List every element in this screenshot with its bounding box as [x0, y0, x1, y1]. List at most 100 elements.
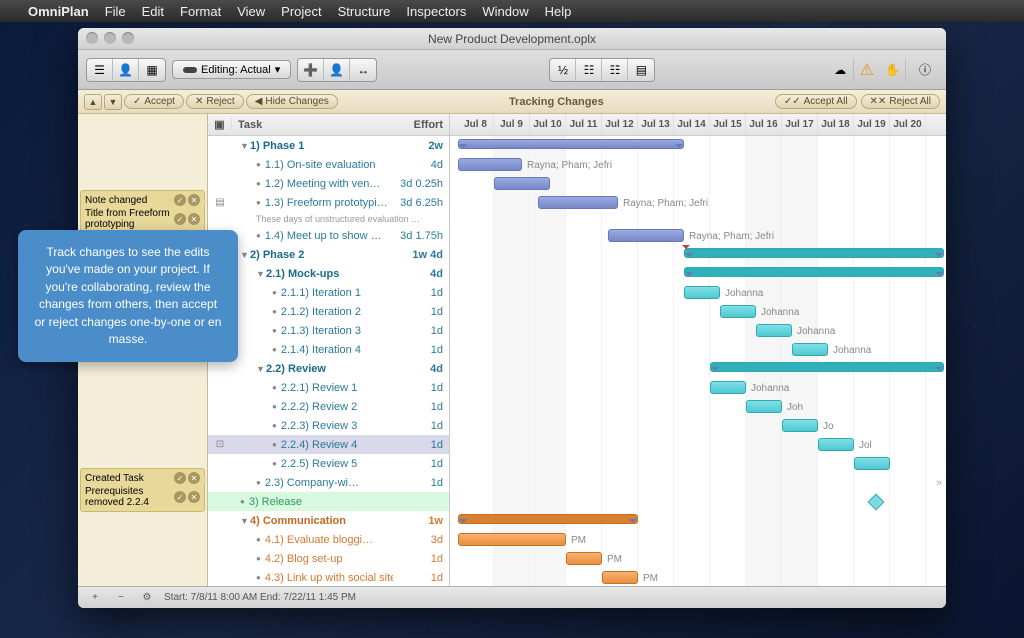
gantt-bar[interactable]: Johanna	[684, 286, 720, 299]
menu-inspectors[interactable]: Inspectors	[406, 4, 466, 19]
sync-button[interactable]: ☁	[828, 59, 854, 81]
window-title: New Product Development.oplx	[428, 32, 596, 46]
task-row[interactable]: ▼2.1) Mock-ups4d	[208, 264, 449, 283]
effort-column-header[interactable]: Effort	[393, 119, 449, 131]
inspector-button[interactable]: ⓘ	[912, 59, 938, 81]
add-button[interactable]: +	[86, 590, 104, 606]
add-task-button[interactable]: ➕	[298, 59, 324, 81]
gantt-bar[interactable]: Johanna	[720, 305, 756, 318]
gantt-bar[interactable]: »	[710, 362, 944, 372]
gantt-bar[interactable]: PM	[566, 552, 602, 565]
task-row[interactable]: ●2.3) Company-wi…1d	[208, 473, 449, 492]
task-row[interactable]: ●1.1) On-site evaluation4d	[208, 155, 449, 174]
gantt-bar[interactable]: »	[684, 248, 944, 258]
accept-note-icon[interactable]: ✓	[174, 213, 186, 225]
change-note[interactable]: Created Task✓✕ Prerequisites removed 2.2…	[80, 468, 205, 512]
add-resource-button[interactable]: 👤	[324, 59, 350, 81]
gantt-bar[interactable]: Rayna; Pham; Jefri	[458, 158, 522, 171]
task-row[interactable]: ●2.1.3) Iteration 31d	[208, 321, 449, 340]
warning-icon[interactable]: ⚠	[860, 60, 874, 80]
gantt-bar[interactable]: Johanna	[756, 324, 792, 337]
menu-structure[interactable]: Structure	[338, 4, 391, 19]
link-button[interactable]: ↔	[350, 59, 376, 81]
next-change-button[interactable]: ▼	[104, 94, 122, 110]
reject-note-icon[interactable]: ✕	[188, 194, 200, 206]
remove-button[interactable]: −	[112, 590, 130, 606]
gantt-body[interactable]: Rayna; Pham; Jefri Rayna; Pham; Jefri Rayn…	[450, 136, 946, 586]
gantt-chart[interactable]: Jul 8Jul 9Jul 10Jul 11Jul 12Jul 13Jul 14…	[450, 114, 946, 586]
task-row[interactable]: ▼1) Phase 12w	[208, 136, 449, 155]
gantt-bar[interactable]: Jo	[782, 419, 818, 432]
hide-changes-button[interactable]: ◀Hide Changes	[246, 94, 338, 109]
prev-change-button[interactable]: ▲	[84, 94, 102, 110]
gantt-bar[interactable]: Joh	[746, 400, 782, 413]
gantt-bar[interactable]: »	[684, 267, 944, 277]
task-row[interactable]: ●3) Release	[208, 492, 449, 511]
menu-project[interactable]: Project	[281, 4, 321, 19]
menu-format[interactable]: Format	[180, 4, 221, 19]
task-column-header[interactable]: Task	[232, 119, 393, 131]
task-row[interactable]: ●4.2) Blog set-up1d	[208, 549, 449, 568]
app-menu[interactable]: OmniPlan	[28, 4, 89, 19]
accept-all-button[interactable]: ✓✓Accept All	[775, 94, 857, 109]
resource-view-button[interactable]: 👤	[113, 59, 139, 81]
minimize-button[interactable]	[104, 32, 116, 44]
gantt-bar[interactable]: Johanna	[710, 381, 746, 394]
menu-edit[interactable]: Edit	[142, 4, 164, 19]
menu-view[interactable]: View	[237, 4, 265, 19]
gantt-view-button[interactable]: ☰	[87, 59, 113, 81]
calendar-view-button[interactable]: ▦	[139, 59, 165, 81]
menu-file[interactable]: File	[105, 4, 126, 19]
gantt-bar[interactable]: Rayna; Pham; Jefri	[608, 229, 684, 242]
task-row[interactable]: ●1.2) Meeting with ven…3d 0.25h	[208, 174, 449, 193]
accept-note-icon[interactable]: ✓	[174, 472, 186, 484]
gantt-bar[interactable]: Jol	[818, 438, 854, 451]
accept-note-icon[interactable]: ✓	[174, 194, 186, 206]
editing-mode-selector[interactable]: Editing: Actual ▾	[172, 60, 291, 79]
gantt-bar[interactable]	[458, 139, 684, 149]
menu-window[interactable]: Window	[482, 4, 528, 19]
task-row[interactable]: ●2.2.1) Review 11d	[208, 378, 449, 397]
fraction-button[interactable]: ½	[550, 59, 576, 81]
reject-note-icon[interactable]: ✕	[188, 491, 200, 503]
task-row[interactable]: ●2.2.2) Review 21d	[208, 397, 449, 416]
task-row[interactable]: ●4.1) Evaluate bloggi…3d	[208, 530, 449, 549]
gantt-bar[interactable]: PM	[458, 533, 566, 546]
level-button[interactable]: ☷	[576, 59, 602, 81]
task-list[interactable]: ▼1) Phase 12w●1.1) On-site evaluation4d●…	[208, 136, 449, 586]
task-row[interactable]: ⊡●2.2.4) Review 41d	[208, 435, 449, 454]
accept-note-icon[interactable]: ✓	[174, 491, 186, 503]
task-row[interactable]: ●1.4) Meet up to show …3d 1.75h	[208, 226, 449, 245]
task-row[interactable]: ●2.2.3) Review 31d	[208, 416, 449, 435]
menu-help[interactable]: Help	[545, 4, 572, 19]
hand-button[interactable]: ✋	[880, 59, 906, 81]
task-row[interactable]: ▤●1.3) Freeform prototypi…3d 6.25h	[208, 193, 449, 212]
catch-up-button[interactable]: ▤	[628, 59, 654, 81]
task-row[interactable]: ●2.1.2) Iteration 21d	[208, 302, 449, 321]
marker-column-icon[interactable]: ▣	[208, 118, 232, 131]
gantt-bar[interactable]	[458, 514, 638, 524]
reject-note-icon[interactable]: ✕	[188, 213, 200, 225]
level2-button[interactable]: ☷	[602, 59, 628, 81]
accept-change-button[interactable]: ✓Accept	[124, 94, 184, 109]
change-note[interactable]: Note changed✓✕ Title from Freeform proto…	[80, 190, 205, 234]
task-row[interactable]: ●4.3) Link up with social sites1d	[208, 568, 449, 586]
task-row[interactable]: ●2.1.4) Iteration 41d	[208, 340, 449, 359]
gantt-bar[interactable]: PM	[602, 571, 638, 584]
task-row[interactable]: ▼2.2) Review4d	[208, 359, 449, 378]
reject-change-button[interactable]: ✕Reject	[186, 94, 244, 109]
close-button[interactable]	[86, 32, 98, 44]
task-row[interactable]: ▼4) Communication1w	[208, 511, 449, 530]
task-row[interactable]: ▼2) Phase 21w 4d	[208, 245, 449, 264]
gantt-bar[interactable]: Johanna	[792, 343, 828, 356]
task-row[interactable]: ●2.1.1) Iteration 11d	[208, 283, 449, 302]
gantt-bar[interactable]	[854, 457, 890, 470]
task-row[interactable]: ●2.2.5) Review 51d	[208, 454, 449, 473]
gantt-bar[interactable]	[494, 177, 550, 190]
action-menu-button[interactable]: ⚙	[138, 590, 156, 606]
gantt-bar[interactable]: Rayna; Pham; Jefri	[538, 196, 618, 209]
task-outline: ▣ Task Effort ▼1) Phase 12w●1.1) On-site…	[208, 114, 450, 586]
reject-all-button[interactable]: ✕✕Reject All	[861, 94, 940, 109]
reject-note-icon[interactable]: ✕	[188, 472, 200, 484]
zoom-button[interactable]	[122, 32, 134, 44]
